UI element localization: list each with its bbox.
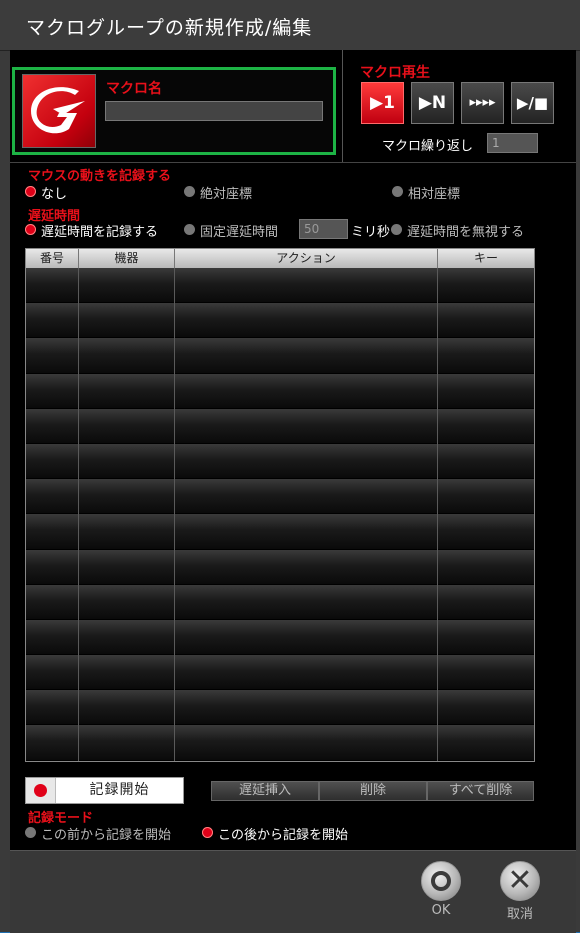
radio-selected-icon <box>25 186 36 197</box>
column-divider <box>437 268 438 761</box>
macro-editor-window: マクログループの新規作成/編集 マクロ名 マクロ再生 ▶1 ▶N ▸▸▸▸ ▶/… <box>0 0 580 933</box>
column-header-key[interactable]: キー <box>438 249 534 268</box>
delay-ignore-radio[interactable]: 遅延時間を無視する <box>391 221 524 240</box>
window-title: マクログループの新規作成/編集 <box>26 17 313 39</box>
table-row[interactable] <box>26 338 534 374</box>
delay-unit-label: ミリ秒 <box>351 225 391 240</box>
mouse-none-radio[interactable]: なし <box>25 183 67 202</box>
table-row[interactable] <box>26 408 534 444</box>
table-row[interactable] <box>26 690 534 726</box>
macro-action-table[interactable]: 番号 機器 アクション キー <box>25 248 535 762</box>
insert-delay-button[interactable]: 遅延挿入 <box>211 781 319 801</box>
playback-label: マクロ再生 <box>360 65 430 81</box>
radio-selected-icon <box>202 827 213 838</box>
column-header-action[interactable]: アクション <box>175 249 438 268</box>
table-header: 番号 機器 アクション キー <box>26 249 534 268</box>
delete-button[interactable]: 削除 <box>319 781 427 801</box>
radio-selected-icon <box>25 224 36 235</box>
column-header-device[interactable]: 機器 <box>79 249 175 268</box>
ok-button-label[interactable]: OK <box>416 903 466 918</box>
radio-icon <box>391 224 402 235</box>
fixed-delay-input[interactable]: 50 <box>299 219 348 239</box>
record-after-radio[interactable]: この後から記録を開始 <box>202 824 348 843</box>
repeat-label: マクロ繰り返し <box>382 139 474 154</box>
cancel-button-label[interactable]: 取消 <box>495 903 545 922</box>
radio-label: この前から記録を開始 <box>41 828 172 843</box>
column-divider <box>174 268 175 761</box>
radio-icon <box>392 186 403 197</box>
ok-circle-icon[interactable] <box>421 861 461 901</box>
table-row[interactable] <box>26 514 534 550</box>
play-once-button[interactable]: ▶1 <box>361 82 404 124</box>
record-before-radio[interactable]: この前から記録を開始 <box>25 824 171 843</box>
table-row[interactable] <box>26 443 534 480</box>
title-bar[interactable]: マクログループの新規作成/編集 <box>0 0 580 51</box>
play-toggle-button[interactable]: ▶/■ <box>511 82 554 124</box>
column-divider <box>78 268 79 761</box>
radio-icon <box>25 827 36 838</box>
record-start-button[interactable]: 記録開始 <box>25 777 184 804</box>
delay-fixed-radio[interactable]: 固定遅延時間 <box>184 221 278 240</box>
mouse-relative-radio[interactable]: 相対座標 <box>392 183 460 202</box>
radio-icon <box>184 224 195 235</box>
radio-label: 絶対座標 <box>200 187 253 202</box>
gaming-logo-icon <box>22 74 96 148</box>
mouse-absolute-radio[interactable]: 絶対座標 <box>184 183 252 202</box>
macro-name-input[interactable] <box>105 101 323 121</box>
radio-label: なし <box>41 187 68 202</box>
play-n-times-button[interactable]: ▶N <box>411 82 454 124</box>
radio-label: 遅延時間を記録する <box>41 225 159 240</box>
table-row[interactable] <box>26 373 534 409</box>
macro-name-label: マクロ名 <box>106 81 162 97</box>
dialog-footer <box>10 850 576 933</box>
radio-label: 遅延時間を無視する <box>407 225 525 240</box>
table-row[interactable] <box>26 725 534 761</box>
delay-record-radio[interactable]: 遅延時間を記録する <box>25 221 158 240</box>
delete-all-button[interactable]: すべて削除 <box>427 781 534 801</box>
table-row[interactable] <box>26 619 534 656</box>
table-row[interactable] <box>26 549 534 585</box>
column-header-number[interactable]: 番号 <box>26 249 79 268</box>
table-body <box>26 268 534 761</box>
record-icon <box>26 778 56 803</box>
radio-icon <box>184 186 195 197</box>
table-row[interactable] <box>26 479 534 515</box>
table-row[interactable] <box>26 268 534 304</box>
radio-label: この後から記録を開始 <box>218 828 349 843</box>
radio-label: 固定遅延時間 <box>200 225 279 240</box>
mouse-record-label: マウスの動きを記録する <box>28 169 172 184</box>
record-start-label: 記録開始 <box>89 782 150 798</box>
play-continuous-button[interactable]: ▸▸▸▸ <box>461 82 504 124</box>
table-row[interactable] <box>26 303 534 339</box>
radio-label: 相対座標 <box>408 187 461 202</box>
divider <box>10 162 576 163</box>
table-row[interactable] <box>26 584 534 620</box>
cancel-x-icon[interactable]: ✕ <box>500 861 540 901</box>
table-row[interactable] <box>26 655 534 691</box>
repeat-count-input[interactable]: 1 <box>487 133 538 153</box>
divider <box>342 50 343 162</box>
